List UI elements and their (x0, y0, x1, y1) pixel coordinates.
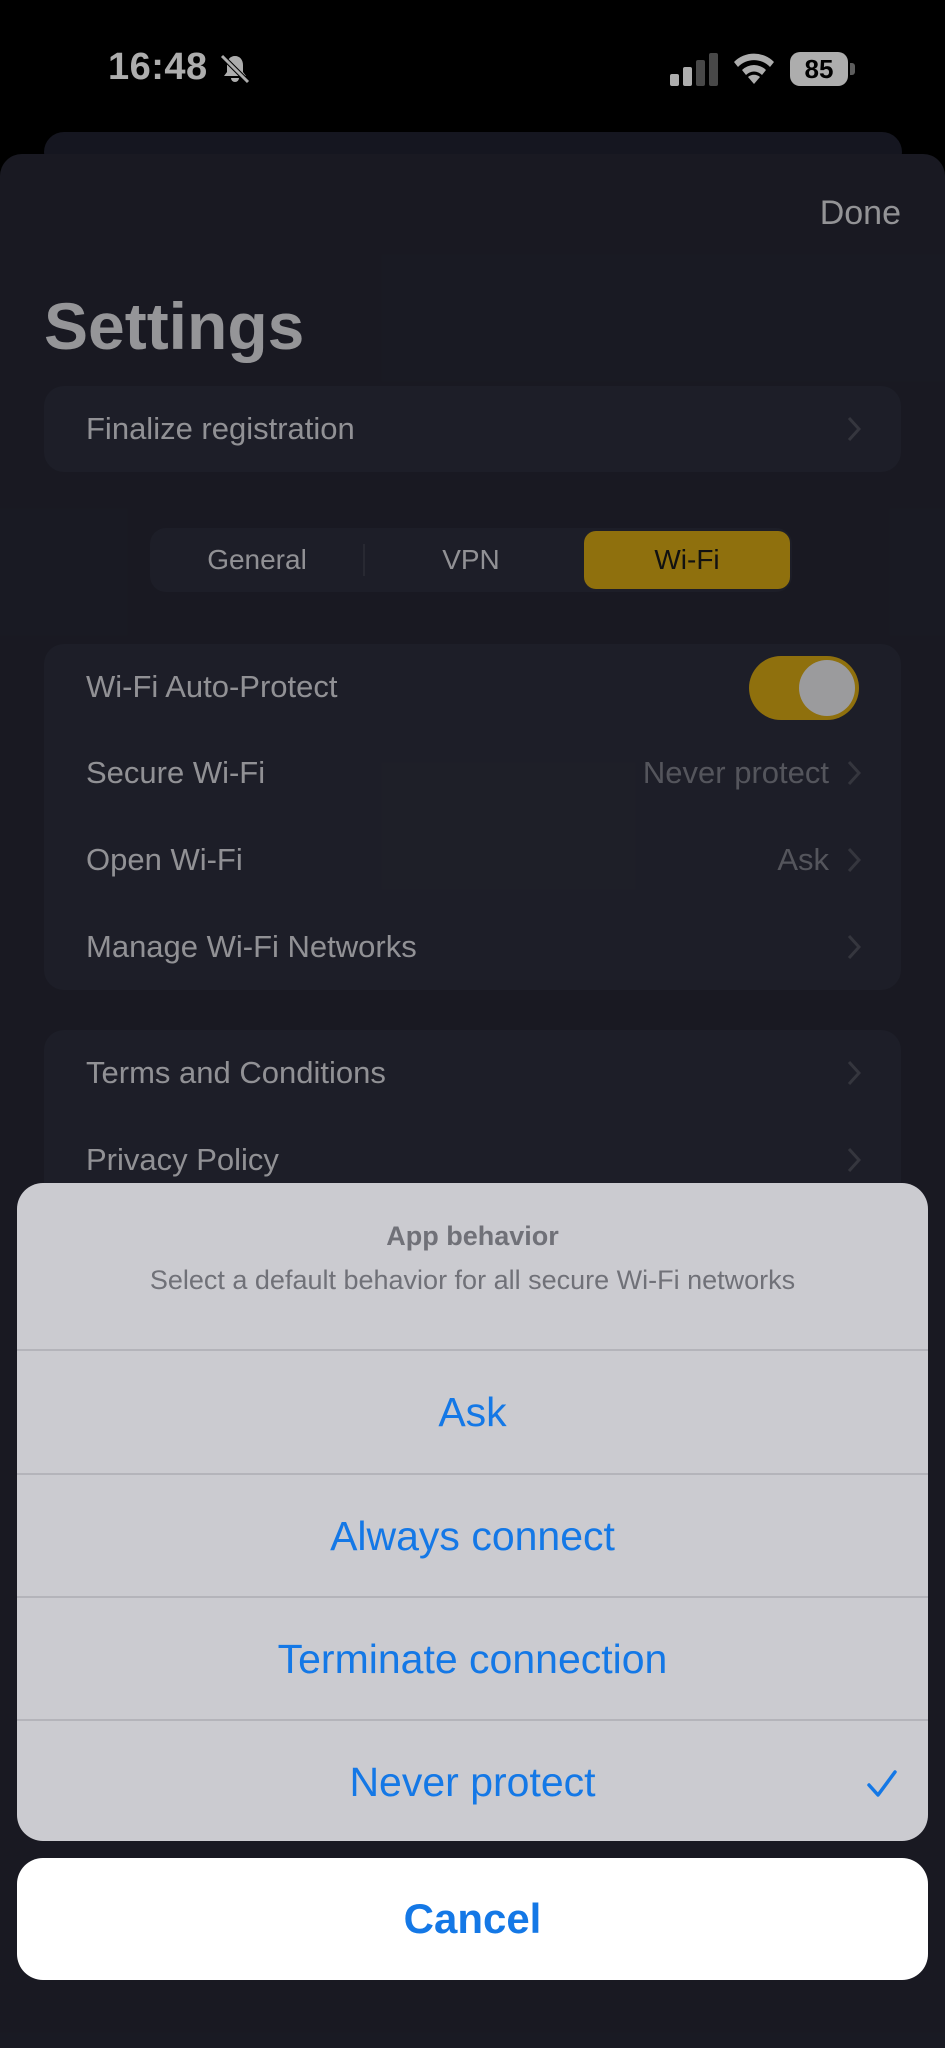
option-ask[interactable]: Ask (17, 1351, 928, 1473)
app-behavior-action-sheet: App behavior Select a default behavior f… (17, 1183, 928, 1841)
action-sheet-message: Select a default behavior for all secure… (149, 1265, 796, 1295)
cancel-button[interactable]: Cancel (17, 1858, 928, 1980)
option-always-connect[interactable]: Always connect (17, 1475, 928, 1597)
checkmark-icon (867, 1770, 897, 1797)
action-sheet-title: App behavior (386, 1221, 559, 1251)
option-never-protect[interactable]: Never protect (17, 1721, 928, 1841)
action-sheet-header: App behavior Select a default behavior f… (17, 1183, 928, 1349)
option-terminate-connection[interactable]: Terminate connection (17, 1598, 928, 1720)
